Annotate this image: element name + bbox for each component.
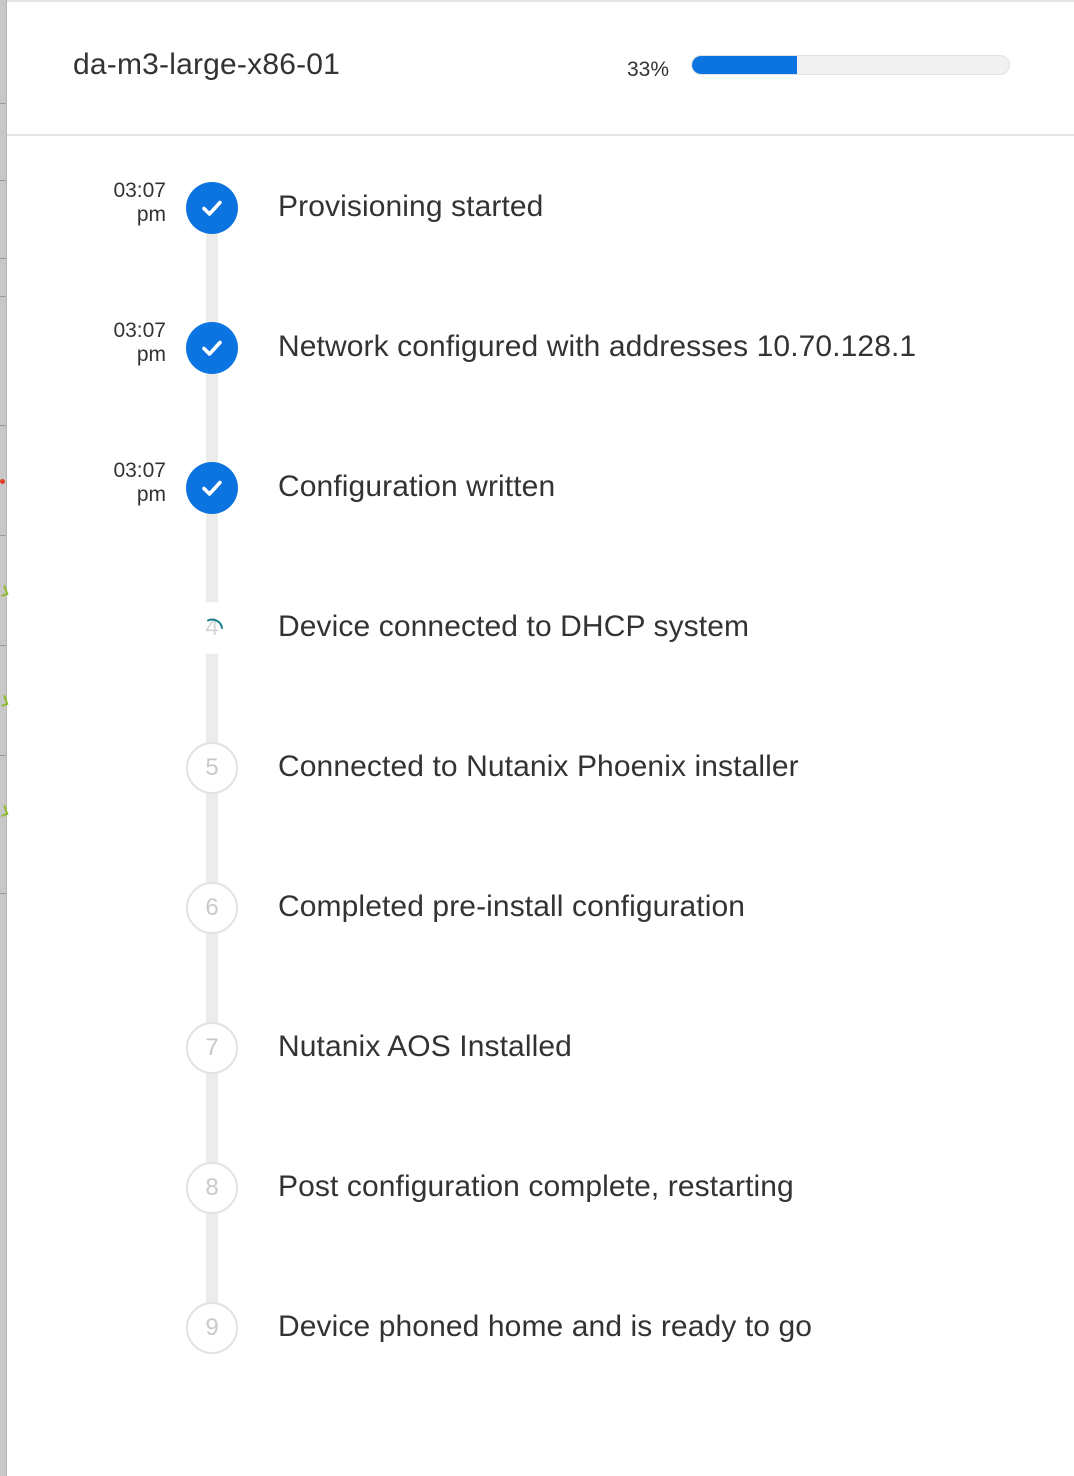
step-label: Completed pre-install configuration [278, 890, 746, 923]
timeline-step: 8 Post configuration complete, restarting [0, 1118, 1074, 1258]
timeline-step: 03:07 pm Configuration written [0, 418, 1074, 558]
step-label: Device phoned home and is ready to go [278, 1310, 813, 1343]
device-name: da-m3-large-x86-01 [73, 48, 341, 81]
step-time: 03:07 [113, 319, 166, 342]
check-icon [186, 322, 238, 374]
step-label: Post configuration complete, restarting [278, 1170, 794, 1203]
step-label: Network configured with addresses 10.70.… [278, 330, 917, 363]
step-number: 6 [205, 894, 219, 921]
step-timestamp: 03:07 pm [90, 459, 166, 507]
step-meridiem: pm [136, 483, 166, 506]
step-time: 03:07 [113, 179, 166, 202]
step-number: 9 [205, 1314, 219, 1341]
step-number-badge: 9 [186, 1302, 238, 1354]
step-time: 03:07 [113, 459, 166, 482]
check-icon [186, 182, 238, 234]
spinner-icon: 4 [186, 602, 238, 654]
progress-percent: 33% [627, 58, 670, 81]
progress-bar-fill [692, 56, 797, 74]
step-number-badge: 8 [186, 1162, 238, 1214]
step-label: Connected to Nutanix Phoenix installer [278, 750, 799, 783]
progress-bar [691, 55, 1010, 75]
timeline-step: 4 Device connected to DHCP system [0, 558, 1074, 698]
step-number: 8 [205, 1174, 219, 1201]
timeline-step: 03:07 pm Provisioning started [0, 138, 1074, 278]
step-meridiem: pm [136, 343, 166, 366]
step-number: 7 [205, 1034, 219, 1061]
timeline-step: 7 Nutanix AOS Installed [0, 978, 1074, 1118]
step-timestamp: 03:07 pm [90, 179, 166, 227]
step-meridiem: pm [136, 203, 166, 226]
step-label: Nutanix AOS Installed [278, 1030, 572, 1063]
step-number-badge: 7 [186, 1022, 238, 1074]
step-label: Provisioning started [278, 190, 544, 223]
check-icon [186, 462, 238, 514]
provisioning-panel: da-m3-large-x86-01 33% 03:07 pm Provisioni… [0, 0, 1074, 1476]
step-number-badge: 6 [186, 882, 238, 934]
timeline-step: 5 Connected to Nutanix Phoenix installer [0, 698, 1074, 838]
step-number-badge: 5 [186, 742, 238, 794]
timeline-step: 6 Completed pre-install configuration [0, 838, 1074, 978]
panel-header: da-m3-large-x86-01 33% [7, 2, 1074, 136]
timeline-step: 9 Device phoned home and is ready to go [0, 1258, 1074, 1398]
timeline-step: 03:07 pm Network configured with addresses… [0, 278, 1074, 418]
step-number: 5 [205, 754, 219, 781]
step-timestamp: 03:07 pm [90, 319, 166, 367]
step-label: Configuration written [278, 470, 556, 503]
step-label: Device connected to DHCP system [278, 610, 750, 643]
